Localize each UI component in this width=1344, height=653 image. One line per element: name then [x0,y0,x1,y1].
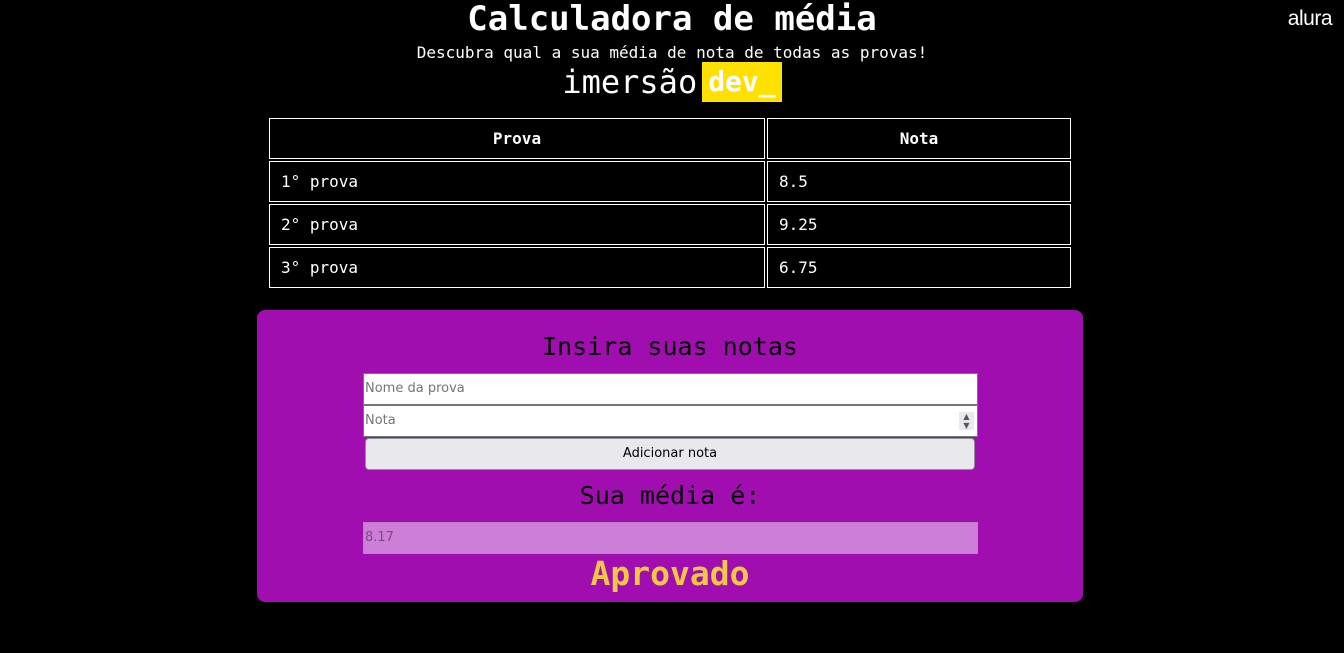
result-status: Aprovado [590,554,750,593]
add-grade-button[interactable]: Adicionar nota [365,438,975,470]
cell-nota: 6.75 [767,247,1071,288]
grade-input-card: Insira suas notas Nome da prova Nota ▲ ▼ … [257,310,1083,602]
page: alura Calculadora de média Descubra qual… [0,0,1344,653]
page-subtitle: Descubra qual a sua média de nota de tod… [416,43,928,62]
logo-text-imersao: imersão [562,63,698,101]
imersao-dev-logo: imersão dev_ [0,62,1344,102]
cell-prova: 1° prova [269,161,765,202]
table-row: 3° prova 6.75 [269,247,1071,288]
column-header-prova: Prova [269,118,765,159]
card-title: Insira suas notas [542,332,798,361]
exam-name-input[interactable]: Nome da prova [363,373,978,405]
table-row: 2° prova 9.25 [269,204,1071,245]
cell-prova: 2° prova [269,204,765,245]
grade-input[interactable]: Nota ▲ ▼ [363,405,978,437]
average-output: 8.17 [363,522,978,554]
table-row: 1° prova 8.5 [269,161,1071,202]
average-label: Sua média é: [579,481,761,510]
spinner-arrows-icon[interactable]: ▲ ▼ [959,412,974,430]
cell-nota: 8.5 [767,161,1071,202]
column-header-nota: Nota [767,118,1071,159]
cell-nota: 9.25 [767,204,1071,245]
page-title: Calculadora de média [467,0,877,39]
exam-name-placeholder: Nome da prova [365,381,465,396]
table-header-row: Prova Nota [269,118,1071,159]
cell-prova: 3° prova [269,247,765,288]
grade-placeholder: Nota [365,413,396,428]
logo-text-dev: dev_ [702,62,782,102]
grades-table: Prova Nota 1° prova 8.5 2° prova 9.25 3°… [267,116,1073,290]
